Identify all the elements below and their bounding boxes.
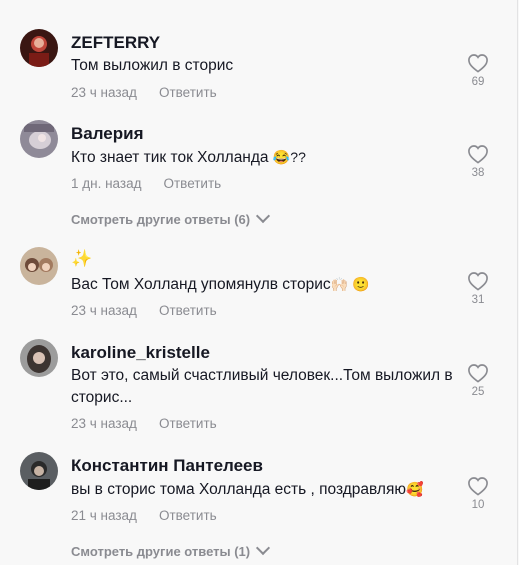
reply-button[interactable]: Ответить	[159, 85, 217, 100]
comment-time: 23 ч назад	[71, 416, 137, 431]
reply-button[interactable]: Ответить	[163, 176, 221, 191]
like-count: 10	[471, 499, 485, 511]
heart-icon[interactable]	[467, 476, 489, 496]
like-control[interactable]: 38	[464, 144, 492, 179]
like-count: 38	[471, 167, 485, 179]
heart-icon[interactable]	[467, 271, 489, 291]
like-control[interactable]: 31	[464, 271, 492, 306]
like-control[interactable]: 69	[464, 53, 492, 88]
comment-meta: 21 ч назад Ответить	[71, 508, 217, 523]
view-more-replies-button[interactable]: Смотреть другие ответы (1)	[71, 540, 271, 559]
heart-icon[interactable]	[467, 53, 489, 73]
comment-text: вы в сторис тома Холланда есть , поздрав…	[71, 481, 424, 498]
comment-text: Вот это, самый счастливый человек...Том …	[71, 367, 453, 406]
view-more-replies-label: Смотреть другие ответы (1)	[71, 544, 251, 559]
avatar[interactable]	[20, 247, 58, 285]
heart-icon[interactable]	[467, 144, 489, 164]
avatar[interactable]	[20, 452, 58, 490]
comment-meta: 23 ч назад Ответить	[71, 85, 217, 100]
like-control[interactable]: 10	[464, 476, 492, 511]
comment-username[interactable]: Валерия	[71, 124, 144, 144]
chevron-down-icon	[256, 208, 271, 224]
reply-button[interactable]: Ответить	[159, 508, 217, 523]
comment-meta: 23 ч назад Ответить	[71, 416, 217, 431]
comment-time: 23 ч назад	[71, 303, 137, 318]
comment-time: 21 ч назад	[71, 508, 137, 523]
comment-time: 1 дн. назад	[71, 176, 142, 191]
view-more-replies-label: Смотреть другие ответы (6)	[71, 212, 251, 227]
comment-text: Том выложил в сторис	[71, 57, 234, 74]
comment-username[interactable]: karoline_kristelle	[71, 343, 210, 363]
view-more-replies-button[interactable]: Смотреть другие ответы (6)	[71, 208, 271, 227]
reply-button[interactable]: Ответить	[159, 303, 217, 318]
comment-username[interactable]: Константин Пантелеев	[71, 456, 263, 476]
comment-text: Вас Том Холланд упомянулв сторис🙌🏻 🙂	[71, 276, 370, 293]
like-count: 69	[471, 76, 485, 88]
reply-button[interactable]: Ответить	[159, 416, 217, 431]
avatar[interactable]	[20, 29, 58, 67]
comment-username[interactable]: ✨	[71, 249, 92, 269]
comment-meta: 23 ч назад Ответить	[71, 303, 217, 318]
avatar[interactable]	[20, 120, 58, 158]
heart-icon[interactable]	[467, 363, 489, 383]
comment-time: 23 ч назад	[71, 85, 137, 100]
like-control[interactable]: 25	[464, 363, 492, 398]
like-count: 31	[471, 294, 485, 306]
comment-text: Кто знает тик ток Холланда 😂??	[71, 149, 306, 166]
like-count: 25	[471, 386, 485, 398]
chevron-down-icon	[256, 540, 271, 556]
comment-username[interactable]: ZEFTERRY	[71, 33, 160, 53]
avatar[interactable]	[20, 339, 58, 377]
comments-panel: ZEFTERRY Том выложил в сторис 23 ч назад…	[0, 0, 518, 565]
comment-meta: 1 дн. назад Ответить	[71, 176, 221, 191]
